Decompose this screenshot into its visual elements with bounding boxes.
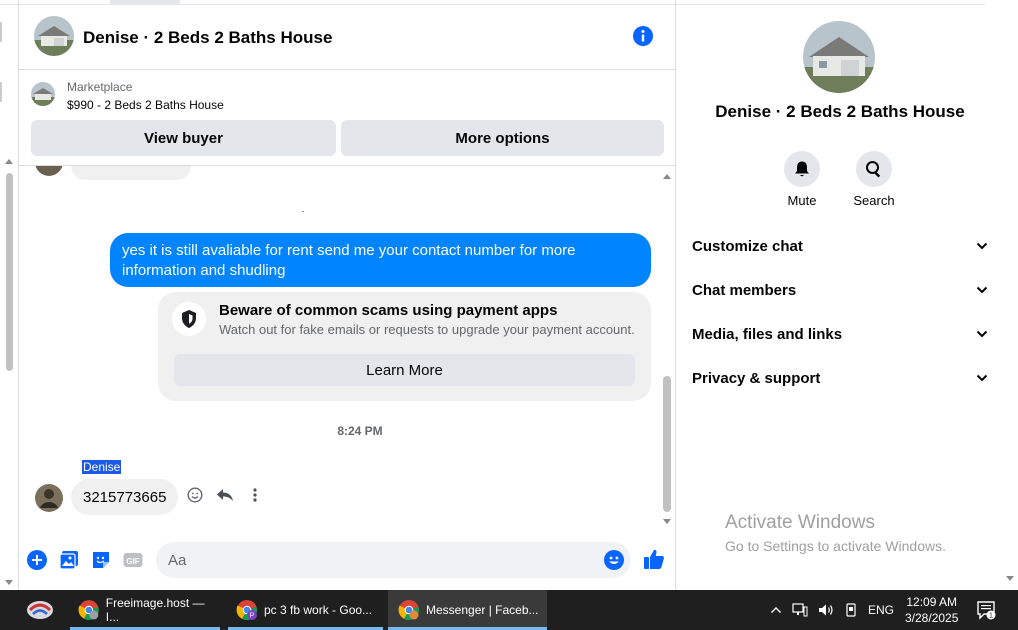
chat-scroll-down-arrow[interactable]: [663, 519, 671, 524]
section-label: Privacy & support: [692, 369, 821, 387]
photo-gallery-icon[interactable]: [59, 550, 79, 570]
reply-icon[interactable]: [216, 486, 234, 504]
message-timestamp: 8:24 PM: [337, 424, 383, 438]
info-icon[interactable]: [633, 26, 653, 46]
network-icon[interactable]: [792, 603, 808, 617]
message-list: yes it is still avaliable for rent send …: [19, 166, 659, 526]
language-indicator[interactable]: ENG: [868, 603, 894, 617]
shield-icon: [172, 302, 206, 336]
page-scrollbar[interactable]: [0, 155, 16, 585]
chevron-down-icon: [976, 374, 988, 382]
section-label: Media, files and links: [692, 325, 843, 343]
emoji-icon[interactable]: [604, 550, 624, 570]
watermark-title: Activate Windows: [725, 512, 875, 533]
chevron-down-icon: [976, 242, 988, 250]
left-edge-nub: [0, 82, 2, 102]
svg-text:GIF: GIF: [126, 557, 139, 566]
sender-name: Denise: [82, 460, 122, 474]
taskbar-item-pc3[interactable]: P pc 3 fb work - Goo...: [228, 590, 383, 630]
chat-scrollbar[interactable]: [659, 170, 675, 526]
scroll-thumb[interactable]: [6, 173, 13, 371]
chat-scroll-thumb[interactable]: [663, 376, 671, 512]
notification-center-icon[interactable]: 1: [976, 600, 996, 620]
clock-time: 12:09 AM: [906, 595, 958, 609]
chrome-icon: P: [236, 600, 257, 621]
chevron-up-icon[interactable]: [770, 606, 782, 614]
scam-warning-subtitle: Watch out for fake emails or requests to…: [219, 322, 635, 337]
device-icon[interactable]: [844, 603, 858, 617]
bell-icon[interactable]: [784, 151, 820, 187]
message-input[interactable]: Aa: [156, 542, 631, 578]
section-customize-chat[interactable]: Customize chat: [692, 232, 988, 260]
incoming-message[interactable]: 3215773665: [71, 479, 179, 515]
chrome-icon: [78, 600, 99, 620]
chevron-down-icon: [976, 286, 988, 294]
message-composer: GIF Aa: [19, 538, 675, 582]
chat-pane: Denise · 2 Beds 2 Baths House Marketplac…: [18, 0, 676, 590]
system-tray: ENG: [770, 590, 894, 630]
search-icon[interactable]: [856, 151, 892, 187]
sticker-icon[interactable]: [91, 550, 111, 570]
divider-dot: [302, 211, 304, 212]
scroll-up-arrow[interactable]: [5, 159, 13, 164]
chat-info-panel: Denise · 2 Beds 2 Baths House Mute Searc…: [677, 6, 1003, 590]
taskbar-item-label: Freeimage.host — I...: [105, 596, 205, 624]
right-scroll-down-arrow[interactable]: [1006, 576, 1014, 581]
scroll-down-arrow[interactable]: [5, 580, 13, 585]
message-actions: [186, 486, 264, 504]
left-edge-nub: [0, 22, 2, 42]
listing-thumbnail[interactable]: [31, 82, 55, 106]
marketplace-listing: Marketplace $990 - 2 Beds 2 Baths House …: [19, 70, 675, 166]
house-avatar[interactable]: [34, 16, 74, 56]
scam-warning-title: Beware of common scams using payment app…: [219, 302, 558, 319]
section-media-files-links[interactable]: Media, files and links: [692, 320, 988, 348]
plus-icon[interactable]: [27, 550, 47, 570]
section-label: Customize chat: [692, 237, 803, 255]
section-chat-members[interactable]: Chat members: [692, 276, 988, 304]
watermark-subtitle: Go to Settings to activate Windows.: [725, 538, 946, 554]
clock-date: 3/28/2025: [905, 611, 959, 625]
chrome-icon: [398, 600, 419, 621]
windows-taskbar: Freeimage.host — I... P pc 3 fb work - G…: [0, 590, 1018, 630]
thumbs-up-icon[interactable]: [643, 548, 665, 570]
taskbar-item-label: Messenger | Faceb...: [426, 603, 539, 617]
taskbar-item-freeimage[interactable]: Freeimage.host — I...: [70, 590, 220, 630]
mute-label: Mute: [787, 193, 817, 208]
activate-windows-watermark: Activate Windows Go to Settings to activ…: [725, 512, 946, 554]
mute-action[interactable]: Mute: [772, 151, 832, 208]
section-label: Chat members: [692, 281, 797, 299]
chevron-down-icon: [976, 330, 988, 338]
app-logo-icon[interactable]: [24, 598, 56, 622]
scam-warning-card: Beware of common scams using payment app…: [158, 292, 651, 401]
gif-icon[interactable]: GIF: [123, 550, 143, 570]
taskbar-item-label: pc 3 fb work - Goo...: [264, 603, 373, 617]
view-buyer-button[interactable]: View buyer: [31, 120, 336, 156]
listing-category: Marketplace: [67, 80, 133, 94]
chat-scroll-up-arrow[interactable]: [663, 174, 671, 179]
sender-avatar[interactable]: [35, 484, 63, 512]
taskbar-clock[interactable]: 12:09 AM 3/28/2025: [905, 594, 958, 626]
more-options-button[interactable]: More options: [341, 120, 664, 156]
right-scrollbar[interactable]: [1003, 570, 1018, 588]
listing-price-title[interactable]: $990 - 2 Beds 2 Baths House: [67, 98, 224, 112]
chat-header: Denise · 2 Beds 2 Baths House: [19, 6, 675, 70]
svg-text:P: P: [250, 613, 255, 620]
react-emoji-icon[interactable]: [186, 486, 204, 504]
volume-icon[interactable]: [818, 603, 834, 617]
user-avatar[interactable]: [35, 166, 63, 180]
learn-more-button[interactable]: Learn More: [174, 354, 635, 386]
previous-message-bubble: [71, 166, 191, 180]
panel-title: Denise · 2 Beds 2 Baths House: [715, 102, 965, 121]
svg-text:1: 1: [989, 613, 993, 620]
search-label: Search: [853, 193, 895, 208]
section-privacy-support[interactable]: Privacy & support: [692, 364, 988, 392]
search-action[interactable]: Search: [844, 151, 904, 208]
outgoing-message[interactable]: yes it is still avaliable for rent send …: [110, 233, 651, 287]
house-profile-photo[interactable]: [803, 21, 875, 93]
more-vertical-icon[interactable]: [246, 486, 264, 504]
chat-title[interactable]: Denise · 2 Beds 2 Baths House: [83, 28, 332, 48]
taskbar-item-messenger[interactable]: Messenger | Faceb...: [388, 590, 547, 630]
